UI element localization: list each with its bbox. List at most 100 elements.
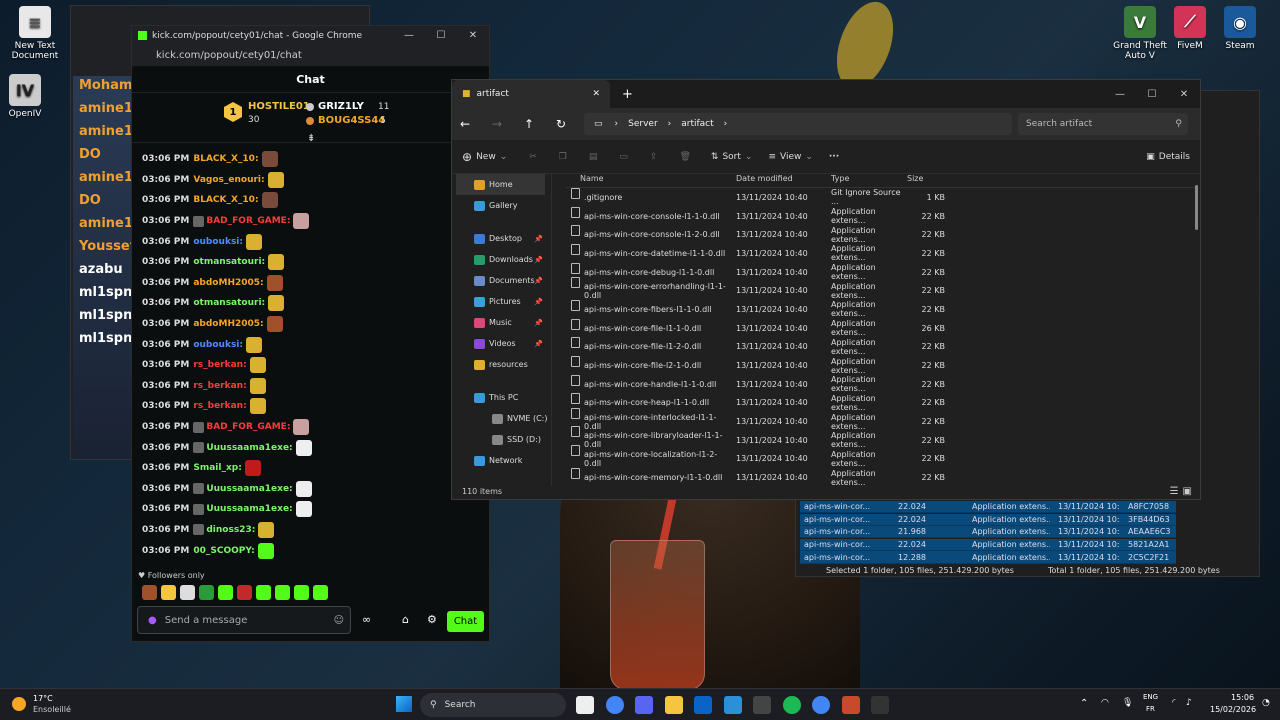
breadcrumb[interactable]: ▭ › Server › artifact › <box>584 113 1012 135</box>
message-username[interactable]: Uuussaama1exe: <box>206 504 292 514</box>
explorer-tab-artifact[interactable]: ■ artifact ✕ <box>452 80 610 108</box>
emote-image[interactable] <box>268 254 285 271</box>
nav-item-pictures[interactable]: Pictures 📌 <box>452 291 551 312</box>
language-indicator[interactable]: ENG <box>1143 693 1158 701</box>
weather-sun-icon[interactable] <box>12 697 26 711</box>
emote-image[interactable] <box>244 460 261 477</box>
paste-icon[interactable]: ▤ <box>589 152 598 162</box>
pin-icon[interactable]: 📌 <box>534 340 543 348</box>
new-tab-icon[interactable]: + <box>622 87 633 102</box>
nav-item-nvme-c-[interactable]: NVME (C:) <box>452 408 551 429</box>
nav-item-downloads[interactable]: Downloads 📌 <box>452 249 551 270</box>
pin-icon[interactable]: 📌 <box>534 298 543 306</box>
delete-icon[interactable]: 🗑 <box>679 152 690 162</box>
chat-message[interactable]: 03:06 PM rs_berkan: <box>132 376 489 397</box>
file-manager-icon[interactable] <box>576 696 594 714</box>
view-button[interactable]: View <box>780 152 801 162</box>
emote-picker-icon[interactable]: ∞ <box>362 613 371 626</box>
nav-item-resources[interactable]: resources <box>452 354 551 375</box>
chat-message[interactable]: 03:06 PM Vagos_enouri: <box>132 170 489 191</box>
emote-image[interactable] <box>249 357 266 374</box>
headset-icon[interactable]: ◠ <box>1101 698 1109 708</box>
file-row[interactable]: api-ms-win-core-errorhandling-l1-1-0.dll… <box>566 276 1196 300</box>
address-bar[interactable]: kick.com/popout/cety01/chat <box>132 45 489 67</box>
chat-message[interactable]: 03:06 PM Uuussaama1exe: <box>132 437 489 458</box>
message-username[interactable]: otmansatouri: <box>193 257 265 267</box>
leader-first-name[interactable]: HOSTILE01 <box>248 101 310 112</box>
show-hidden-icons-chevron-icon[interactable]: ⌃ <box>1080 698 1088 709</box>
vertical-scrollbar[interactable] <box>1195 185 1198 230</box>
emote-image[interactable] <box>246 336 262 353</box>
nav-item-music[interactable]: Music 📌 <box>452 312 551 333</box>
nav-item-ssd-d-[interactable]: SSD (D:) <box>452 429 551 450</box>
chrome-icon[interactable] <box>605 696 624 714</box>
hash-table-row[interactable]: api-ms-win-cor... 22.024 Application exten… <box>800 538 1176 552</box>
wifi-icon[interactable]: ◜ <box>1172 698 1176 708</box>
emote-image[interactable] <box>266 316 283 333</box>
quick-emote-button[interactable] <box>256 585 271 600</box>
message-username[interactable]: rs_berkan: <box>193 360 246 370</box>
chat-message[interactable]: 03:06 PM otmansatouri: <box>132 252 489 273</box>
chat-message[interactable]: 03:06 PM rs_berkan: <box>132 396 489 417</box>
message-username[interactable]: Smail_xp: <box>193 463 241 473</box>
emote-image[interactable] <box>249 398 266 415</box>
emote-image[interactable] <box>249 377 266 394</box>
new-button[interactable]: New <box>476 152 496 162</box>
quick-emote-button[interactable] <box>313 585 328 600</box>
message-input[interactable]: ● Send a message ☺ <box>137 606 351 634</box>
message-username[interactable]: BLACK_X_10: <box>193 154 258 164</box>
chat-message[interactable]: 03:06 PM Uuussaama1exe: <box>132 479 489 500</box>
nav-item-desktop[interactable]: Desktop 📌 <box>452 228 551 249</box>
emote-image[interactable] <box>293 213 310 230</box>
file-row[interactable]: api-ms-win-core-debug-l1-1-0.dll 13/11/20… <box>566 262 1196 282</box>
file-row[interactable]: api-ms-win-core-console-l1-1-0.dll 13/11/… <box>566 206 1196 226</box>
breadcrumb-item-server[interactable]: Server <box>628 119 658 129</box>
pin-icon[interactable]: 📌 <box>534 235 543 243</box>
microphone-icon[interactable]: ● <box>148 615 157 626</box>
file-row[interactable]: api-ms-win-core-interlocked-l1-1-0.dll 13… <box>566 407 1196 431</box>
leader-second-name[interactable]: GRIZ1LY <box>318 101 364 112</box>
taskbar-search-box[interactable]: ⚲ Search <box>420 693 566 717</box>
message-username[interactable]: oubouksi: <box>193 237 243 247</box>
column-header-date[interactable]: Date modified <box>726 174 821 183</box>
emoji-icon[interactable]: ☺ <box>334 615 344 626</box>
close-button[interactable]: ✕ <box>457 30 489 41</box>
message-username[interactable]: BAD_FOR_GAME: <box>206 422 290 432</box>
details-view-icon[interactable]: ☰ <box>1170 486 1179 497</box>
desktop-icon-new-text-document[interactable]: ≡ New Text Document <box>0 6 70 61</box>
chat-message[interactable]: 03:06 PM otmansatouri: <box>132 293 489 314</box>
up-arrow-icon[interactable]: ↑ <box>524 117 556 131</box>
quick-emote-button[interactable] <box>294 585 309 600</box>
hash-table-row[interactable]: api-ms-win-cor... 12.288 Application exten… <box>800 551 1176 564</box>
search-input[interactable]: Search artifact ⚲ <box>1018 113 1188 135</box>
emote-image[interactable] <box>246 233 262 250</box>
quick-emote-button[interactable] <box>142 585 157 600</box>
message-username[interactable]: Uuussaama1exe: <box>206 443 292 453</box>
quick-emote-button[interactable] <box>275 585 290 600</box>
store-icon[interactable]: ⌂ <box>402 613 409 626</box>
message-username[interactable]: Vagos_enouri: <box>193 175 264 185</box>
pin-icon[interactable]: 📌 <box>534 319 543 327</box>
cut-icon[interactable]: ✂ <box>529 152 537 162</box>
chat-message[interactable]: 03:06 PM Uuussaama1exe: <box>132 499 489 520</box>
file-row[interactable]: api-ms-win-core-file-l1-1-0.dll 13/11/202… <box>566 318 1196 338</box>
nav-item-network[interactable]: Network <box>452 450 551 471</box>
refresh-icon[interactable]: ↻ <box>556 117 584 131</box>
emote-quick-bar[interactable] <box>138 585 328 600</box>
quick-emote-button[interactable] <box>237 585 252 600</box>
chat-message[interactable]: 03:06 PM BAD_FOR_GAME: <box>132 211 489 232</box>
chat-message[interactable]: 03:06 PM 00_SCOOPY: <box>132 540 489 561</box>
large-icons-view-icon[interactable]: ▣ <box>1183 486 1192 497</box>
hash-table-row[interactable]: api-ms-win-cor... 22.024 Application exten… <box>800 513 1176 526</box>
rename-icon[interactable]: ▭ <box>619 152 628 162</box>
message-username[interactable]: abdoMH2005: <box>193 319 263 329</box>
emote-image[interactable] <box>295 439 312 456</box>
message-username[interactable]: Uuussaama1exe: <box>206 484 292 494</box>
message-username[interactable]: oubouksi: <box>193 340 243 350</box>
outlook-icon[interactable] <box>694 696 712 714</box>
emote-image[interactable] <box>267 171 284 188</box>
breadcrumb-item-artifact[interactable]: artifact <box>681 119 713 129</box>
hash-table-row[interactable]: api-ms-win-cor... 22.024 Application exten… <box>800 501 1176 514</box>
share-icon[interactable]: ⇪ <box>650 152 658 162</box>
quick-emote-button[interactable] <box>218 585 233 600</box>
